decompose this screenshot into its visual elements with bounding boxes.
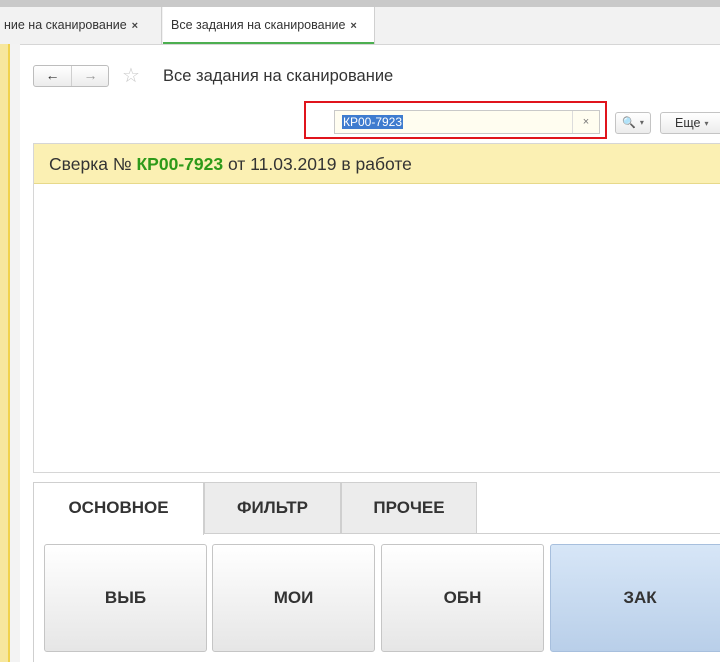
status-suffix: от 11.03.2019 в работе xyxy=(227,154,412,174)
navigation-buttons: ← → xyxy=(33,65,109,87)
highlight-frame xyxy=(304,101,607,139)
task-list[interactable]: Сверка № КР00-7923 от 11.03.2019 в работ… xyxy=(33,143,720,473)
tab-main[interactable]: ОСНОВНОЕ xyxy=(33,482,204,535)
more-button[interactable]: Еще ▾ xyxy=(660,112,720,134)
status-prefix: Сверка № xyxy=(49,154,132,174)
mine-button[interactable]: МОИ xyxy=(212,544,375,652)
chevron-down-icon: ▾ xyxy=(704,118,709,128)
tab-other[interactable]: ПРОЧЕЕ xyxy=(341,482,477,534)
left-panel-edge xyxy=(10,44,20,662)
select-button[interactable]: ВЫБ xyxy=(44,544,207,652)
page-title: Все задания на сканирование xyxy=(163,67,394,85)
tab-all-scan-tasks[interactable]: Все задания на сканирование × xyxy=(163,7,375,44)
tab-filter[interactable]: ФИЛЬТР xyxy=(204,482,341,534)
refresh-button[interactable]: ОБН xyxy=(381,544,544,652)
window-top-strip xyxy=(0,0,720,7)
back-arrow-icon[interactable]: ← xyxy=(34,66,72,86)
close-task-button[interactable]: ЗАК xyxy=(550,544,720,652)
action-buttons: ВЫБ МОИ ОБН ЗАК xyxy=(33,534,720,662)
status-document-number: КР00-7923 xyxy=(136,154,224,174)
chevron-down-icon: ▾ xyxy=(639,118,644,128)
close-icon[interactable]: × xyxy=(132,20,138,32)
find-button[interactable]: 🔍 ▾ xyxy=(615,112,651,134)
close-icon[interactable]: × xyxy=(350,20,356,32)
favorite-star-icon[interactable]: ☆ xyxy=(122,63,140,88)
search-icon: 🔍 xyxy=(622,117,636,129)
tab-label: ние на сканирование xyxy=(4,18,127,32)
status-message: Сверка № КР00-7923 от 11.03.2019 в работ… xyxy=(34,144,720,184)
tab-scanning-partial[interactable]: ние на сканирование × xyxy=(0,7,162,44)
tab-bar: ние на сканирование × Все задания на скан… xyxy=(0,7,720,45)
left-accent-bar xyxy=(0,44,10,662)
forward-arrow-icon[interactable]: → xyxy=(72,66,109,86)
tab-label: Все задания на сканирование xyxy=(171,18,346,32)
more-button-label: Еще xyxy=(675,116,701,130)
